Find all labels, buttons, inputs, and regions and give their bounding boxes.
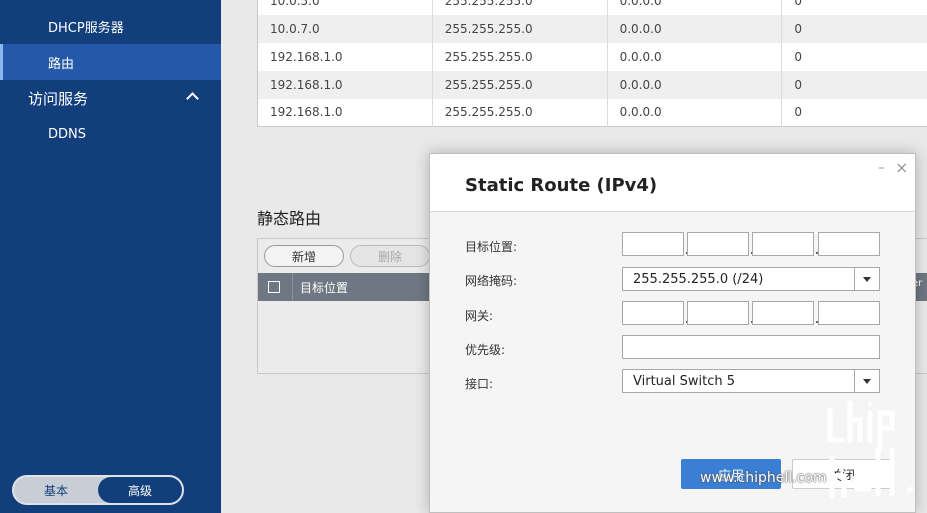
table-cell: 192.168.1.0 [257,70,433,99]
table-cell: 10.0.5.0 [257,0,433,15]
sidebar-item-label: DDNS [48,126,86,142]
chevron-down-icon[interactable] [854,268,879,290]
table-row[interactable]: 192.168.1.0 255.255.255.0 0.0.0.0 0 [257,98,927,127]
destination-octet-4[interactable] [818,232,880,256]
table-row[interactable]: 192.168.1.0 255.255.255.0 0.0.0.0 0 [257,42,927,71]
table-cell: 0.0.0.0 [607,98,783,127]
sidebar-group-access-services[interactable]: 访问服务 [0,80,221,116]
priority-label: 优先级: [465,343,506,357]
subnet-mask-label: 网络掩码: [465,274,518,288]
gateway-octet-3[interactable] [752,301,814,325]
priority-input[interactable] [622,335,880,359]
table-cell: 192.168.1.0 [257,42,433,71]
mode-toggle[interactable]: 基本 高级 [12,475,184,505]
table-cell: 0 [781,14,927,43]
subnet-mask-value: 255.255.255.0 (/24) [633,271,764,287]
sidebar-item-label: DHCP服务器 [48,20,124,36]
chiphell-logo-icon [827,400,913,498]
table-cell: 255.255.255.0 [432,14,608,43]
close-icon[interactable]: × [895,158,908,177]
chevron-down-icon[interactable] [854,370,879,392]
column-header-destination[interactable]: 目标位置 [300,279,348,296]
destination-label: 目标位置: [465,240,518,254]
table-row[interactable]: 192.168.1.0 255.255.255.0 0.0.0.0 0 [257,70,927,99]
interface-label: 接口: [465,377,494,391]
column-divider [292,273,293,301]
destination-octet-1[interactable] [622,232,684,256]
route-table: 10.0.5.0 255.255.255.0 0.0.0.0 0 10.0.7.0 255… [257,0,927,127]
table-cell: 0.0.0.0 [607,14,783,43]
mode-basic-button[interactable]: 基本 [14,477,98,503]
table-cell: 0 [781,70,927,99]
interface-select[interactable]: Virtual Switch 5 [622,369,880,393]
table-cell: 192.168.1.0 [257,98,433,127]
dialog-title: Static Route (IPv4) [465,175,658,196]
delete-button[interactable]: 删除 [350,245,430,267]
gateway-octet-1[interactable] [622,301,684,325]
table-cell: 0.0.0.0 [607,70,783,99]
table-cell: 0.0.0.0 [607,0,783,15]
table-cell: 255.255.255.0 [432,98,608,127]
sidebar-item-routing[interactable]: 路由 [0,44,221,80]
watermark-text: www.chiphell.com [700,470,827,486]
sidebar: DHCP服务器 路由 访问服务 DDNS 基本 高级 [0,0,221,513]
add-button[interactable]: 新增 [264,245,344,267]
subnet-mask-select[interactable]: 255.255.255.0 (/24) [622,267,880,291]
table-cell: 0.0.0.0 [607,42,783,71]
table-cell: 0 [781,0,927,15]
table-row[interactable]: 10.0.7.0 255.255.255.0 0.0.0.0 0 [257,14,927,43]
select-all-checkbox[interactable] [268,281,280,293]
sidebar-item-ddns[interactable]: DDNS [0,116,221,152]
table-cell: 10.0.7.0 [257,14,433,43]
sidebar-item-label: 路由 [48,56,75,72]
table-cell: 255.255.255.0 [432,70,608,99]
sidebar-item-dhcp-server[interactable]: DHCP服务器 [0,8,221,44]
table-row[interactable]: 10.0.5.0 255.255.255.0 0.0.0.0 0 [257,0,927,15]
chevron-up-icon[interactable] [186,92,199,105]
minimize-icon[interactable]: – [878,160,885,176]
table-cell: 255.255.255.0 [432,42,608,71]
gateway-octet-2[interactable] [687,301,749,325]
interface-value: Virtual Switch 5 [633,373,735,389]
table-cell: 255.255.255.0 [432,0,608,15]
gateway-octet-4[interactable] [818,301,880,325]
sidebar-group-label: 访问服务 [28,89,89,108]
table-cell: 0 [781,42,927,71]
section-title-static-route: 静态路由 [257,209,322,228]
gateway-label: 网关: [465,309,494,323]
destination-octet-2[interactable] [687,232,749,256]
table-cell: 0 [781,98,927,127]
dialog-header: Static Route (IPv4) – × [430,154,915,212]
destination-octet-3[interactable] [752,232,814,256]
mode-advanced-button[interactable]: 高级 [98,477,182,503]
